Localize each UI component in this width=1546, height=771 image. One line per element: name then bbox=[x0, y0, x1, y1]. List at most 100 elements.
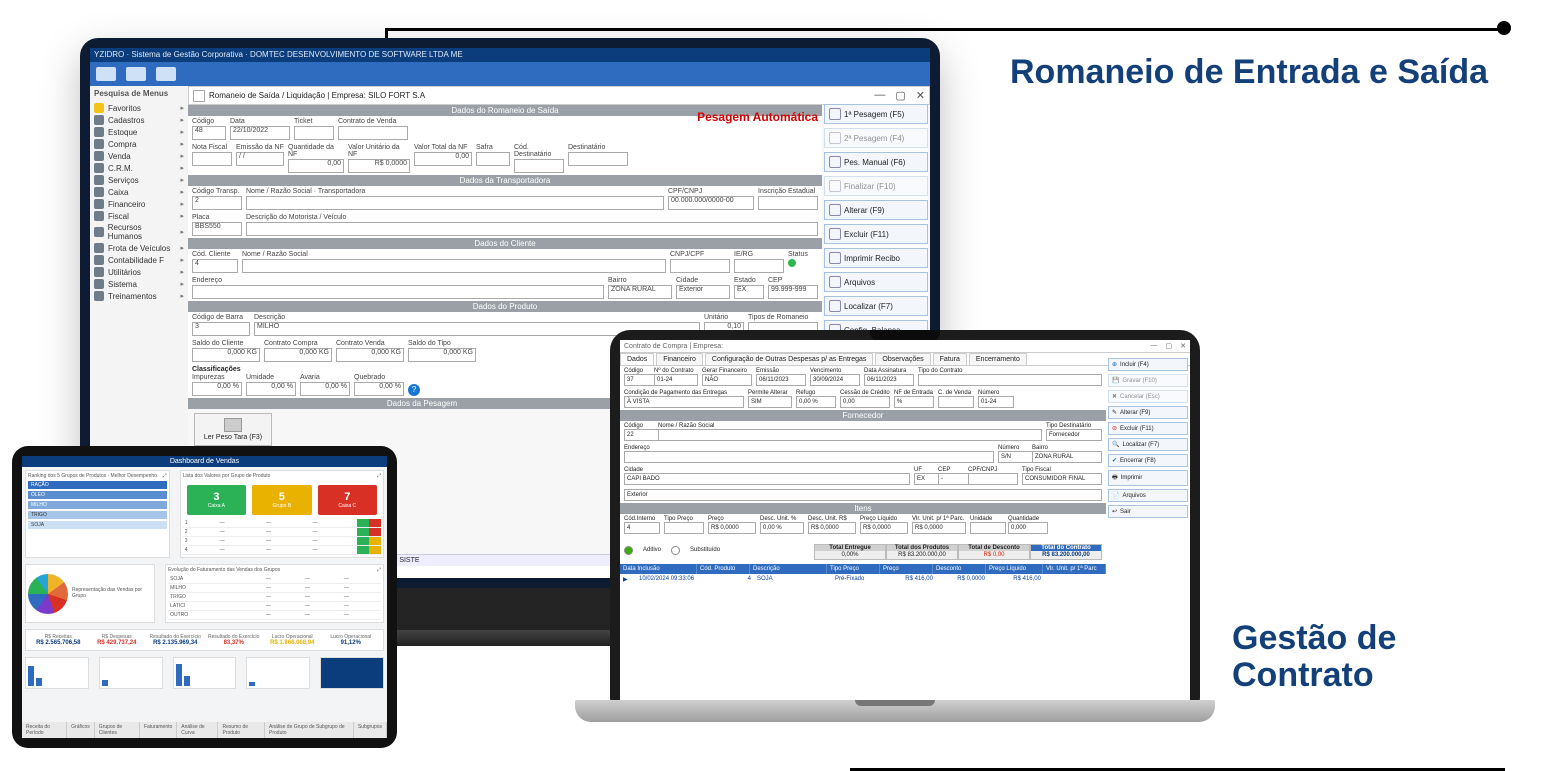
c-nfe[interactable]: % bbox=[894, 396, 934, 408]
bairro-input[interactable]: ZONA RURAL bbox=[608, 285, 672, 299]
razao-t-input[interactable] bbox=[246, 196, 664, 210]
ierg-input[interactable] bbox=[734, 259, 784, 273]
c-numero[interactable]: 01-24 bbox=[978, 396, 1014, 408]
menu-item-venda[interactable]: Venda▸ bbox=[90, 150, 188, 162]
c-tipo[interactable] bbox=[918, 374, 1102, 386]
cf-tipof[interactable]: CONSUMIDOR FINAL bbox=[1022, 473, 1102, 485]
menu-item-financeiro[interactable]: Financeiro▸ bbox=[90, 198, 188, 210]
coddest-input[interactable] bbox=[514, 159, 564, 173]
expand-icon[interactable]: ⤢ bbox=[377, 567, 381, 573]
btn-localizar[interactable]: Localizar (F7) bbox=[824, 296, 928, 316]
vt-input[interactable]: 0,00 bbox=[414, 152, 472, 166]
footer-tab[interactable]: Grupos de Clientes bbox=[95, 722, 140, 738]
ci-tp[interactable] bbox=[664, 522, 704, 534]
ci-qtd[interactable]: 0,000 bbox=[1008, 522, 1048, 534]
motorista-input[interactable] bbox=[246, 222, 818, 236]
umi-input[interactable]: 0,00 % bbox=[246, 382, 296, 396]
btn-2pesagem[interactable]: 2ª Pesagem (F4) bbox=[824, 128, 928, 148]
menu-item-compra[interactable]: Compra▸ bbox=[90, 138, 188, 150]
btn-c-excluir[interactable]: ⊘Excluir (F11) bbox=[1108, 422, 1188, 435]
contrato-input[interactable] bbox=[338, 126, 408, 140]
dest-input[interactable] bbox=[568, 152, 628, 166]
footer-tab[interactable]: Subgrupos bbox=[354, 722, 387, 738]
cep-input[interactable]: 99.999-999 bbox=[768, 285, 818, 299]
vu-input[interactable]: R$ 0,0000 bbox=[348, 159, 410, 173]
btn-imprimir-recibo[interactable]: Imprimir Recibo bbox=[824, 248, 928, 268]
tab-encerr[interactable]: Encerramento bbox=[969, 353, 1027, 365]
emissao-input[interactable]: / / bbox=[236, 152, 284, 166]
tab-config[interactable]: Configuração de Outras Despesas p/ as En… bbox=[705, 353, 873, 365]
btn-gravar[interactable]: 💾Gravar (F10) bbox=[1108, 374, 1188, 387]
win-close[interactable]: ✕ bbox=[916, 89, 925, 102]
cf-num[interactable]: S/N bbox=[998, 451, 1034, 463]
menu-item-contabil[interactable]: Contabilidade F▸ bbox=[90, 254, 188, 266]
win-min[interactable]: — bbox=[1151, 342, 1158, 350]
menu-item-fiscal[interactable]: Fiscal▸ bbox=[90, 210, 188, 222]
tab-fatura[interactable]: Fatura bbox=[933, 353, 967, 365]
btn-excluir[interactable]: Excluir (F11) bbox=[824, 224, 928, 244]
tab-obs[interactable]: Observações bbox=[875, 353, 930, 365]
grid-row[interactable]: ▶ 10/02/2024 09:33:06 4 SOJA Pré-Fixado … bbox=[620, 574, 1106, 585]
c-venc[interactable]: 30/09/2024 bbox=[810, 374, 860, 386]
cf-bairro[interactable]: ZONA RURAL bbox=[1032, 451, 1102, 463]
codbarra-input[interactable]: 3 bbox=[192, 322, 250, 336]
card-yellow[interactable]: 5Grupo B bbox=[252, 485, 311, 515]
help-icon[interactable]: ? bbox=[408, 384, 420, 396]
win-close[interactable]: ✕ bbox=[1180, 342, 1186, 350]
cf-codigo[interactable]: 22 bbox=[624, 429, 660, 441]
cf-razao[interactable] bbox=[658, 429, 1042, 441]
btn-cancelar[interactable]: ✖Cancelar (Esc) bbox=[1108, 390, 1188, 403]
expand-icon[interactable]: ⤢ bbox=[163, 473, 167, 479]
btn-pes-manual[interactable]: Pes. Manual (F6) bbox=[824, 152, 928, 172]
c-cvenda[interactable] bbox=[938, 396, 974, 408]
c-cond[interactable]: À VISTA bbox=[624, 396, 744, 408]
tab-financeiro[interactable]: Financeiro bbox=[656, 353, 703, 365]
btn-c-arquivos[interactable]: 📄Arquivos bbox=[1108, 489, 1188, 502]
toolbar-icon-search[interactable] bbox=[156, 67, 176, 81]
menu-item-caixa[interactable]: Caixa▸ bbox=[90, 186, 188, 198]
win-max[interactable]: ▢ bbox=[895, 89, 905, 102]
footer-tab[interactable]: Análise de Grupo de Subgrupo de Produto bbox=[265, 722, 354, 738]
expand-icon[interactable]: ⤢ bbox=[377, 473, 381, 479]
codtransp-input[interactable]: 2 bbox=[192, 196, 242, 210]
btn-ler-peso-tara[interactable]: Ler Peso Tara (F3) bbox=[194, 413, 272, 446]
btn-1pesagem[interactable]: 1ª Pesagem (F5) bbox=[824, 104, 928, 124]
menu-item-rh[interactable]: Recursos Humanos▸ bbox=[90, 222, 188, 242]
ci-pl[interactable]: R$ 0,0000 bbox=[860, 522, 908, 534]
safra-input[interactable] bbox=[476, 152, 510, 166]
btn-c-alterar[interactable]: ✎Alterar (F9) bbox=[1108, 406, 1188, 419]
ava-input[interactable]: 0,00 % bbox=[300, 382, 350, 396]
ci-vu[interactable]: R$ 0,0000 bbox=[912, 522, 966, 534]
btn-alterar[interactable]: Alterar (F9) bbox=[824, 200, 928, 220]
ticket-input[interactable] bbox=[294, 126, 334, 140]
endereco-input[interactable] bbox=[192, 285, 604, 299]
btn-arquivos[interactable]: Arquivos bbox=[824, 272, 928, 292]
ci-cod[interactable]: 4 bbox=[624, 522, 660, 534]
cf-cpf[interactable] bbox=[968, 473, 1018, 485]
menu-item-cadastros[interactable]: Cadastros▸ bbox=[90, 114, 188, 126]
c-cessao[interactable]: 0,00 bbox=[840, 396, 890, 408]
codcli-input[interactable]: 4 bbox=[192, 259, 238, 273]
btn-c-localizar[interactable]: 🔍Localizar (F7) bbox=[1108, 438, 1188, 451]
footer-tab[interactable]: Resumo de Produto bbox=[218, 722, 265, 738]
footer-tab[interactable]: Receita do Período bbox=[22, 722, 67, 738]
placa-input[interactable]: BBS550 bbox=[192, 222, 242, 236]
footer-tab[interactable]: Faturamento bbox=[140, 722, 177, 738]
c-emissao[interactable]: 06/11/2023 bbox=[756, 374, 806, 386]
cf-cidade[interactable]: CAPI BADO bbox=[624, 473, 910, 485]
codigo-input[interactable]: 48 bbox=[192, 126, 226, 140]
que-input[interactable]: 0,00 % bbox=[354, 382, 404, 396]
ci-preco[interactable]: R$ 0,0000 bbox=[708, 522, 756, 534]
ci-uni[interactable] bbox=[970, 522, 1006, 534]
imp-input[interactable]: 0,00 % bbox=[192, 382, 242, 396]
nf-input[interactable] bbox=[192, 152, 232, 166]
btn-finalizar[interactable]: Finalizar (F10) bbox=[824, 176, 928, 196]
qtd-input[interactable]: 0,00 bbox=[288, 159, 344, 173]
menu-item-trein[interactable]: Treinamentos▸ bbox=[90, 290, 188, 302]
menu-item-estoque[interactable]: Estoque▸ bbox=[90, 126, 188, 138]
c-permite[interactable]: SIM bbox=[748, 396, 792, 408]
card-red[interactable]: 7Caixa C bbox=[318, 485, 377, 515]
cf-end[interactable] bbox=[624, 451, 994, 463]
menu-item-favoritos[interactable]: Favoritos▸ bbox=[90, 102, 188, 114]
toolbar-icon-users[interactable] bbox=[96, 67, 116, 81]
